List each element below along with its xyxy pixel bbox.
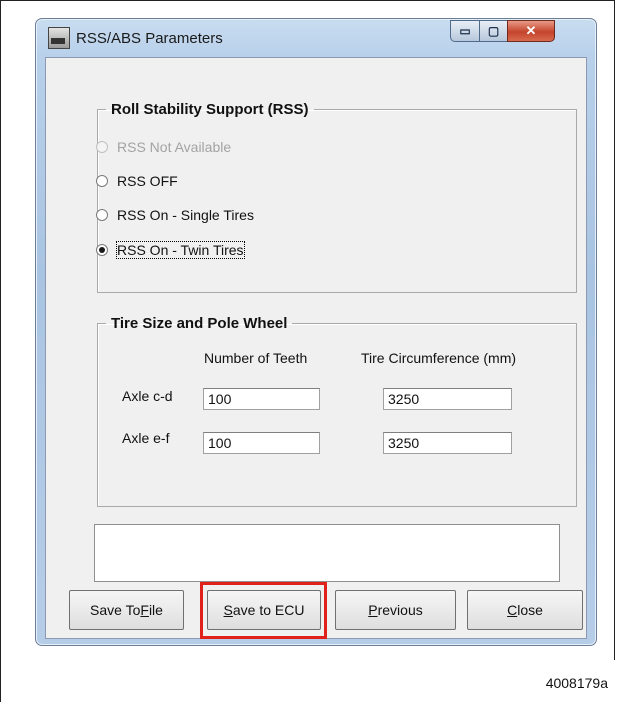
radio-circle-selected	[96, 244, 108, 256]
radio-rss-twin-tires[interactable]: RSS On - Twin Tires	[96, 239, 245, 261]
button-label-mnemonic: C	[507, 602, 518, 618]
rss-group-legend: Roll Stability Support (RSS)	[111, 101, 309, 118]
radio-label: RSS On - Twin Tires	[116, 241, 245, 259]
axle-e-f-teeth-input[interactable]	[203, 432, 320, 454]
radio-rss-single-tires[interactable]: RSS On - Single Tires	[96, 204, 254, 226]
tire-group-legend: Tire Size and Pole Wheel	[111, 315, 288, 332]
rss-group: Roll Stability Support (RSS)	[97, 101, 577, 293]
figure-frame-left	[0, 0, 1, 702]
minimize-button[interactable]: ▭	[450, 20, 480, 42]
figure-frame-top	[0, 0, 614, 1]
tire-group: Tire Size and Pole Wheel	[97, 315, 577, 507]
maximize-icon: ▢	[487, 24, 500, 38]
close-button[interactable]: Close	[467, 590, 583, 630]
column-header-circumference: Tire Circumference (mm)	[361, 350, 517, 366]
column-header-teeth: Number of Teeth	[204, 350, 308, 366]
axle-c-d-label: Axle c-d	[122, 388, 173, 404]
radio-rss-not-available[interactable]: RSS Not Available	[96, 136, 231, 158]
button-label-pre: Save To	[90, 602, 141, 618]
figure-number-label: 4008179a	[545, 675, 608, 691]
close-icon: ✕	[525, 23, 537, 38]
save-to-file-button[interactable]: Save To File	[69, 590, 184, 630]
button-label-post: ile	[148, 602, 163, 618]
title-bar[interactable]: RSS/ABS Parameters ▭ ▢ ✕	[36, 19, 596, 57]
dialog-client-area: Roll Stability Support (RSS) RSS Not Ava…	[45, 57, 587, 639]
axle-e-f-label: Axle e-f	[122, 430, 170, 446]
radio-circle	[96, 141, 108, 153]
save-to-ecu-highlight-box	[200, 582, 327, 639]
button-label-post: lose	[517, 602, 543, 618]
previous-button[interactable]: Previous	[335, 590, 456, 630]
close-window-button[interactable]: ✕	[507, 20, 555, 42]
minimize-icon: ▭	[459, 24, 471, 38]
app-icon	[48, 27, 70, 49]
radio-circle	[96, 209, 108, 221]
radio-label: RSS Not Available	[117, 139, 232, 155]
button-label-post: revious	[377, 602, 423, 618]
window-title: RSS/ABS Parameters	[76, 30, 223, 47]
button-label-mnemonic: F	[140, 602, 149, 618]
maximize-button[interactable]: ▢	[479, 20, 508, 42]
status-message-box	[94, 524, 560, 582]
radio-label: RSS On - Single Tires	[117, 207, 254, 223]
radio-rss-off[interactable]: RSS OFF	[96, 170, 178, 192]
axle-c-d-teeth-input[interactable]	[203, 388, 320, 410]
axle-c-d-circumference-input[interactable]	[383, 388, 512, 410]
rss-abs-parameters-window: RSS/ABS Parameters ▭ ▢ ✕ Roll Stability …	[35, 18, 597, 646]
axle-e-f-circumference-input[interactable]	[383, 432, 512, 454]
radio-circle	[96, 175, 108, 187]
button-label-mnemonic: P	[368, 602, 378, 618]
figure-frame-right	[614, 0, 615, 660]
radio-label: RSS OFF	[117, 173, 178, 189]
